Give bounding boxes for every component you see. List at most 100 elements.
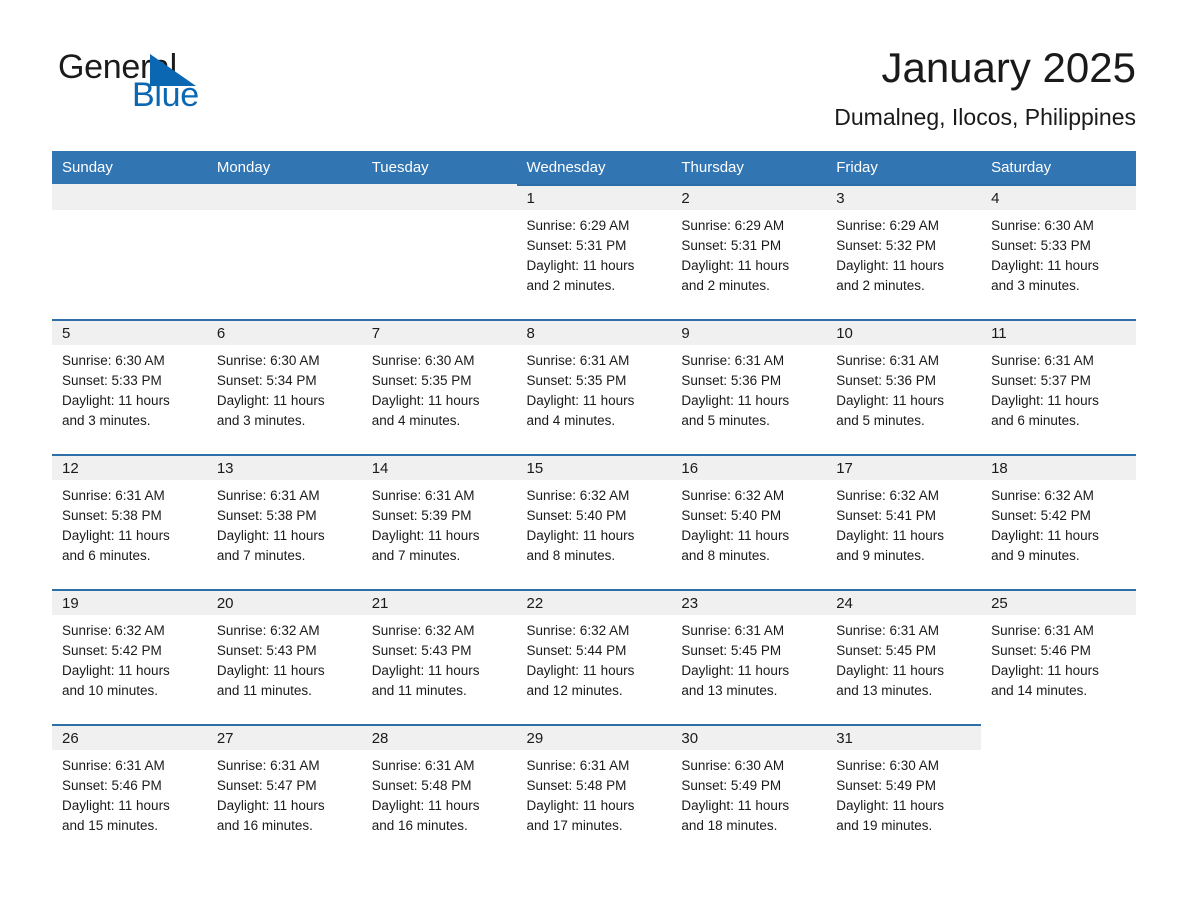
day-cell[interactable]: 7 Sunrise: 6:30 AM Sunset: 5:35 PM Daylight… bbox=[361, 318, 517, 454]
weekday-header-thursday: Thursday bbox=[671, 150, 827, 184]
page-subtitle: Dumalneg, Ilocos, Philippines bbox=[834, 103, 1136, 130]
day-number-band: 26 bbox=[52, 723, 207, 750]
calendar-cell bbox=[52, 183, 207, 319]
day-detail-line: Daylight: 11 hours bbox=[836, 663, 945, 679]
general-blue-logo[interactable]: General Blue bbox=[52, 44, 252, 116]
day-cell[interactable]: 25 Sunrise: 6:31 AM Sunset: 5:46 PM Dayligh… bbox=[981, 588, 1136, 724]
weekday-header-friday: Friday bbox=[826, 150, 982, 184]
day-cell[interactable]: 10 Sunrise: 6:31 AM Sunset: 5:36 PM Dayligh… bbox=[826, 318, 982, 454]
weekday-header-monday: Monday bbox=[206, 150, 362, 184]
day-cell[interactable]: 26 Sunrise: 6:31 AM Sunset: 5:46 PM Dayligh… bbox=[52, 723, 207, 859]
day-cell[interactable]: 11 Sunrise: 6:31 AM Sunset: 5:37 PM Dayligh… bbox=[981, 318, 1136, 454]
day-detail-line: Sunrise: 6:30 AM bbox=[371, 352, 475, 368]
day-cell[interactable]: 1 Sunrise: 6:29 AM Sunset: 5:31 PM Daylight… bbox=[516, 183, 672, 319]
day-number-band: 12 bbox=[52, 453, 207, 480]
day-cell[interactable]: 6 Sunrise: 6:30 AM Sunset: 5:34 PM Daylight… bbox=[206, 318, 362, 454]
day-detail-line: and 7 minutes. bbox=[371, 548, 461, 564]
day-detail-line: Daylight: 11 hours bbox=[681, 528, 790, 544]
calendar-cell: 16 Sunrise: 6:32 AM Sunset: 5:40 PM Dayligh… bbox=[671, 453, 827, 589]
day-detail-line: Daylight: 11 hours bbox=[836, 528, 945, 544]
day-cell[interactable]: 30 Sunrise: 6:30 AM Sunset: 5:49 PM Dayligh… bbox=[671, 723, 827, 859]
day-detail-line: Sunset: 5:46 PM bbox=[62, 778, 162, 794]
day-number: 31 bbox=[836, 729, 853, 747]
day-detail-line: Daylight: 11 hours bbox=[526, 663, 635, 679]
day-detail-line: Daylight: 11 hours bbox=[681, 258, 790, 274]
day-cell[interactable]: 31 Sunrise: 6:30 AM Sunset: 5:49 PM Dayligh… bbox=[826, 723, 982, 859]
day-cell[interactable]: 14 Sunrise: 6:31 AM Sunset: 5:39 PM Dayligh… bbox=[361, 453, 517, 589]
day-detail-line: Sunrise: 6:31 AM bbox=[681, 352, 785, 368]
day-cell[interactable]: 22 Sunrise: 6:32 AM Sunset: 5:44 PM Dayligh… bbox=[516, 588, 672, 724]
day-cell[interactable]: 8 Sunrise: 6:31 AM Sunset: 5:35 PM Daylight… bbox=[516, 318, 672, 454]
day-number-band: 13 bbox=[206, 453, 362, 480]
day-detail-line: and 2 minutes. bbox=[836, 278, 925, 294]
day-number-band: 4 bbox=[981, 183, 1136, 210]
day-detail-line: Daylight: 11 hours bbox=[526, 393, 635, 409]
day-number-band: 22 bbox=[516, 588, 672, 615]
day-cell[interactable]: 17 Sunrise: 6:32 AM Sunset: 5:41 PM Dayligh… bbox=[826, 453, 982, 589]
calendar-cell: 10 Sunrise: 6:31 AM Sunset: 5:36 PM Dayligh… bbox=[826, 318, 982, 454]
day-cell[interactable]: 21 Sunrise: 6:32 AM Sunset: 5:43 PM Dayligh… bbox=[361, 588, 517, 724]
day-detail-line: Daylight: 11 hours bbox=[371, 393, 480, 409]
day-detail-line: Sunset: 5:45 PM bbox=[681, 643, 782, 659]
day-number-band: 21 bbox=[361, 588, 517, 615]
calendar-cell: 13 Sunrise: 6:31 AM Sunset: 5:38 PM Dayligh… bbox=[206, 453, 362, 589]
day-number: 11 bbox=[991, 324, 1007, 342]
day-cell[interactable]: 2 Sunrise: 6:29 AM Sunset: 5:31 PM Daylight… bbox=[671, 183, 827, 319]
day-detail-line: Sunrise: 6:31 AM bbox=[62, 757, 165, 773]
day-detail-line: and 4 minutes. bbox=[371, 413, 461, 429]
day-number-band: 9 bbox=[671, 318, 827, 345]
day-number-band: 3 bbox=[826, 183, 982, 210]
day-cell[interactable]: 28 Sunrise: 6:31 AM Sunset: 5:48 PM Dayligh… bbox=[361, 723, 517, 859]
day-number-band: 23 bbox=[671, 588, 827, 615]
day-detail-line: Sunset: 5:36 PM bbox=[681, 373, 782, 389]
calendar-cell: 30 Sunrise: 6:30 AM Sunset: 5:49 PM Dayligh… bbox=[671, 723, 827, 859]
day-details: Sunrise: 6:30 AM Sunset: 5:35 PM Daylight:… bbox=[362, 345, 517, 432]
day-cell[interactable]: 15 Sunrise: 6:32 AM Sunset: 5:40 PM Dayligh… bbox=[516, 453, 672, 589]
calendar-cell: 23 Sunrise: 6:31 AM Sunset: 5:45 PM Dayligh… bbox=[671, 588, 827, 724]
day-detail-line: Sunrise: 6:31 AM bbox=[371, 757, 475, 773]
day-number-band bbox=[52, 183, 207, 210]
day-number-band: 27 bbox=[206, 723, 362, 750]
day-number: 10 bbox=[836, 324, 853, 342]
day-detail-line: Sunset: 5:40 PM bbox=[681, 508, 782, 524]
day-cell[interactable]: 16 Sunrise: 6:32 AM Sunset: 5:40 PM Dayligh… bbox=[671, 453, 827, 589]
day-detail-line: Sunrise: 6:31 AM bbox=[62, 487, 165, 503]
day-details: Sunrise: 6:31 AM Sunset: 5:46 PM Daylight:… bbox=[52, 750, 207, 837]
day-number: 9 bbox=[681, 324, 690, 342]
calendar-cell: 5 Sunrise: 6:30 AM Sunset: 5:33 PM Daylight… bbox=[52, 318, 207, 454]
day-detail-line: Sunset: 5:48 PM bbox=[371, 778, 472, 794]
day-cell[interactable]: 9 Sunrise: 6:31 AM Sunset: 5:36 PM Daylight… bbox=[671, 318, 827, 454]
day-detail-line: and 9 minutes. bbox=[836, 548, 925, 564]
day-number-band bbox=[981, 724, 1136, 750]
calendar-cell: 27 Sunrise: 6:31 AM Sunset: 5:47 PM Dayligh… bbox=[206, 723, 362, 859]
calendar-cell bbox=[981, 724, 1136, 859]
day-number-band: 16 bbox=[671, 453, 827, 480]
day-detail-line: Daylight: 11 hours bbox=[216, 393, 325, 409]
day-cell[interactable]: 12 Sunrise: 6:31 AM Sunset: 5:38 PM Dayligh… bbox=[52, 453, 207, 589]
masthead: General Blue January 2025 Dumalneg, Iloc… bbox=[52, 0, 1136, 130]
day-detail-line: Sunrise: 6:29 AM bbox=[681, 217, 785, 233]
day-details: Sunrise: 6:32 AM Sunset: 5:40 PM Daylight:… bbox=[517, 480, 672, 567]
day-details: Sunrise: 6:29 AM Sunset: 5:31 PM Daylight:… bbox=[671, 210, 826, 297]
day-cell[interactable]: 13 Sunrise: 6:31 AM Sunset: 5:38 PM Dayligh… bbox=[206, 453, 362, 589]
day-cell[interactable]: 29 Sunrise: 6:31 AM Sunset: 5:48 PM Dayligh… bbox=[516, 723, 672, 859]
day-detail-line: Daylight: 11 hours bbox=[371, 663, 480, 679]
day-cell[interactable]: 20 Sunrise: 6:32 AM Sunset: 5:43 PM Dayligh… bbox=[206, 588, 362, 724]
day-cell[interactable]: 19 Sunrise: 6:32 AM Sunset: 5:42 PM Dayligh… bbox=[52, 588, 207, 724]
day-detail-line: Daylight: 11 hours bbox=[62, 663, 170, 679]
day-detail-line: and 16 minutes. bbox=[216, 818, 313, 834]
day-cell[interactable]: 24 Sunrise: 6:31 AM Sunset: 5:45 PM Dayligh… bbox=[826, 588, 982, 724]
day-cell[interactable]: 27 Sunrise: 6:31 AM Sunset: 5:47 PM Dayligh… bbox=[206, 723, 362, 859]
day-cell[interactable]: 5 Sunrise: 6:30 AM Sunset: 5:33 PM Daylight… bbox=[52, 318, 207, 454]
day-detail-line: Daylight: 11 hours bbox=[62, 798, 170, 814]
day-number-band: 29 bbox=[516, 723, 672, 750]
calendar-cell: 28 Sunrise: 6:31 AM Sunset: 5:48 PM Dayligh… bbox=[361, 723, 517, 859]
calendar-cell bbox=[361, 183, 517, 319]
day-detail-line: Daylight: 11 hours bbox=[62, 528, 170, 544]
day-cell[interactable]: 4 Sunrise: 6:30 AM Sunset: 5:33 PM Daylight… bbox=[981, 183, 1136, 319]
day-cell[interactable]: 3 Sunrise: 6:29 AM Sunset: 5:32 PM Daylight… bbox=[826, 183, 982, 319]
day-detail-line: and 2 minutes. bbox=[526, 278, 616, 294]
day-detail-line: and 2 minutes. bbox=[681, 278, 770, 294]
day-cell[interactable]: 23 Sunrise: 6:31 AM Sunset: 5:45 PM Dayligh… bbox=[671, 588, 827, 724]
day-cell[interactable]: 18 Sunrise: 6:32 AM Sunset: 5:42 PM Dayligh… bbox=[981, 453, 1136, 589]
